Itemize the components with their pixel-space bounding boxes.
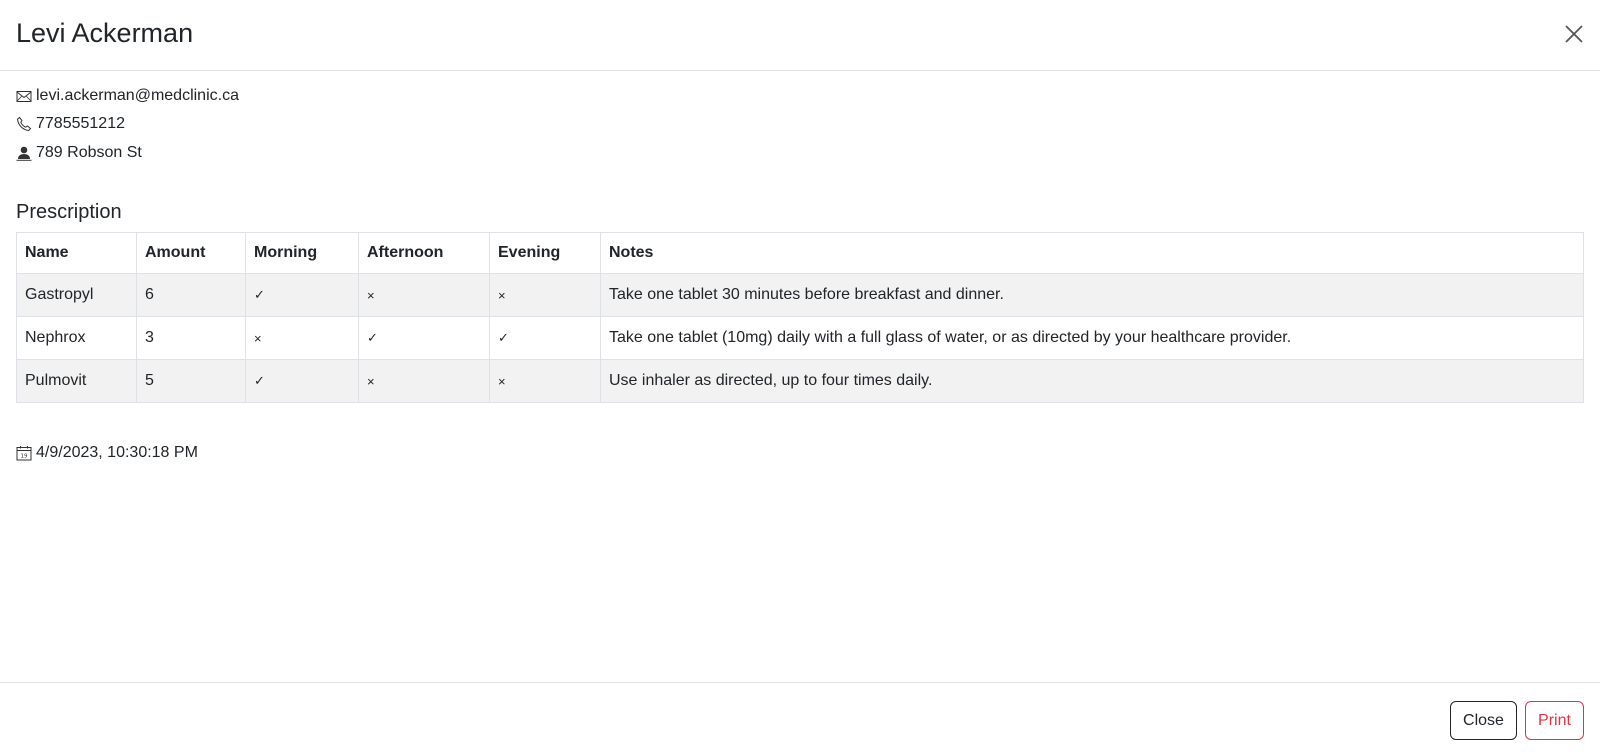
modal-footer: Close Print xyxy=(0,682,1600,754)
cell-name: Gastropyl xyxy=(16,273,137,317)
cell-name: Nephrox xyxy=(16,316,137,360)
email-text: levi.ackerman@medclinic.ca xyxy=(36,87,239,104)
calendar-icon: 19 xyxy=(16,445,32,461)
cell-notes: Take one tablet (10mg) daily with a full… xyxy=(600,316,1584,360)
cell-evening: × xyxy=(489,273,601,317)
phone-text: 7785551212 xyxy=(36,115,125,132)
column-header-afternoon: Afternoon xyxy=(358,232,490,274)
cell-evening: × xyxy=(489,359,601,403)
cell-amount: 6 xyxy=(136,273,246,317)
phone-icon xyxy=(16,116,32,132)
print-button[interactable]: Print xyxy=(1525,701,1584,740)
close-icon xyxy=(1565,25,1583,43)
cell-morning: × xyxy=(245,316,359,360)
contact-address: 789 Robson St xyxy=(16,143,142,163)
table-row: Gastropyl 6 ✓ × × Take one tablet 30 min… xyxy=(16,273,1584,317)
table-row: Nephrox 3 × ✓ ✓ Take one tablet (10mg) d… xyxy=(16,316,1584,360)
timestamp-text: 4/9/2023, 10:30:18 PM xyxy=(36,444,198,461)
person-icon xyxy=(16,145,32,161)
address-text: 789 Robson St xyxy=(36,144,142,161)
cell-amount: 5 xyxy=(136,359,246,403)
cell-morning: ✓ xyxy=(245,359,359,403)
column-header-evening: Evening xyxy=(489,232,601,274)
cell-afternoon: × xyxy=(358,273,490,317)
patient-modal: Levi Ackerman levi.ackerman@medclinic.ca… xyxy=(0,0,1600,754)
cell-morning: ✓ xyxy=(245,273,359,317)
contact-phone: 7785551212 xyxy=(16,114,125,134)
cell-evening: ✓ xyxy=(489,316,601,360)
close-icon-button[interactable] xyxy=(1562,22,1586,46)
modal-header: Levi Ackerman xyxy=(0,0,1600,71)
column-header-morning: Morning xyxy=(245,232,359,274)
cell-afternoon: × xyxy=(358,359,490,403)
table-header-row: Name Amount Morning Afternoon Evening No… xyxy=(16,232,1584,274)
cell-notes: Take one tablet 30 minutes before breakf… xyxy=(600,273,1584,317)
modal-title: Levi Ackerman xyxy=(16,18,194,48)
prescription-title: Prescription xyxy=(16,201,122,223)
column-header-name: Name xyxy=(16,232,137,274)
issued-timestamp: 19 4/9/2023, 10:30:18 PM xyxy=(16,443,198,463)
svg-text:19: 19 xyxy=(21,454,28,460)
cell-notes: Use inhaler as directed, up to four time… xyxy=(600,359,1584,403)
close-button[interactable]: Close xyxy=(1450,701,1517,740)
column-header-notes: Notes xyxy=(600,232,1584,274)
cell-amount: 3 xyxy=(136,316,246,360)
column-header-amount: Amount xyxy=(136,232,246,274)
prescription-table: Name Amount Morning Afternoon Evening No… xyxy=(16,232,1584,403)
cell-name: Pulmovit xyxy=(16,359,137,403)
envelope-icon xyxy=(16,88,32,104)
contact-email: levi.ackerman@medclinic.ca xyxy=(16,86,239,106)
table-row: Pulmovit 5 ✓ × × Use inhaler as directed… xyxy=(16,359,1584,403)
cell-afternoon: ✓ xyxy=(358,316,490,360)
